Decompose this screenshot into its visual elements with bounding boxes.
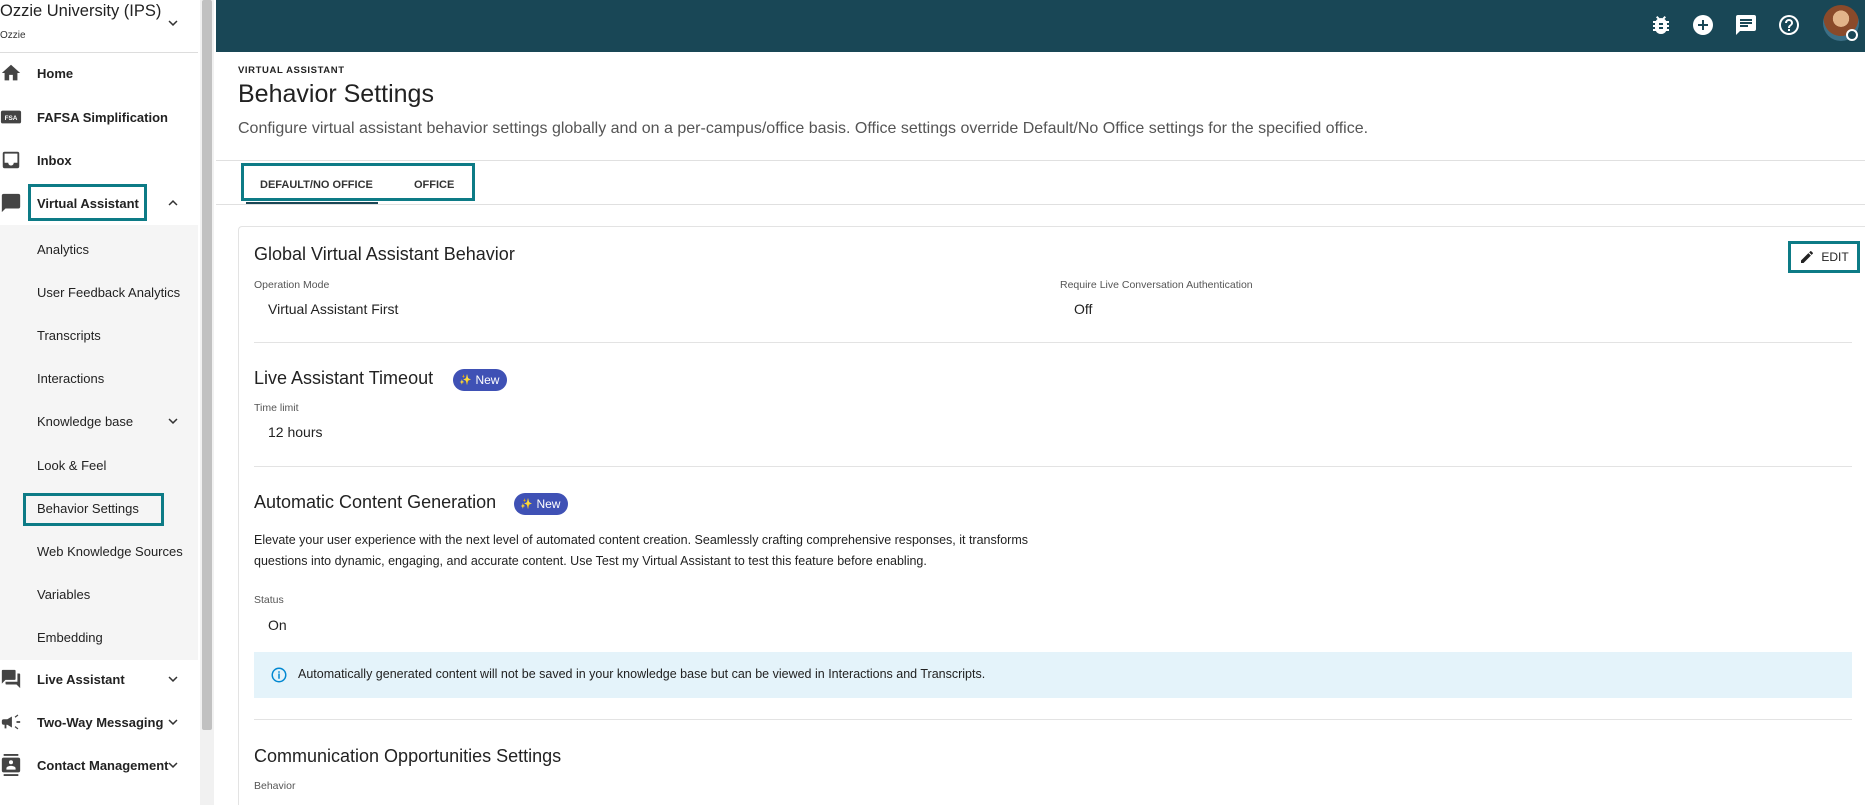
virtual-assistant-highlight xyxy=(28,184,147,221)
page-title: Behavior Settings xyxy=(238,80,434,108)
sidebar-item-label: Contact Management xyxy=(37,757,169,773)
autogen-section-title: Automatic Content Generation xyxy=(254,492,497,512)
timeout-section-title: Live Assistant Timeout xyxy=(254,368,434,388)
info-alert: Automatically generated content will not… xyxy=(254,652,1852,698)
sparkle-icon: ✨ xyxy=(520,498,533,510)
page-description: Configure virtual assistant behavior set… xyxy=(238,120,1369,137)
home-icon xyxy=(1,64,21,81)
sidebar-item-fafsa[interactable]: FSA FAFSA Simplification xyxy=(0,96,198,138)
sidebar-item-transcripts[interactable]: Transcripts xyxy=(0,314,198,356)
time-limit-value: 12 hours xyxy=(268,424,323,440)
tabs-divider xyxy=(216,204,1865,205)
sidebar-item-contact-management[interactable]: Contact Management xyxy=(0,744,198,786)
sparkle-icon: ✨ xyxy=(459,374,472,386)
operation-mode-value: Virtual Assistant First xyxy=(268,301,399,317)
chevron-down-icon[interactable] xyxy=(164,670,182,688)
add-circle-icon[interactable] xyxy=(1691,13,1715,37)
bug-report-icon[interactable] xyxy=(1649,13,1673,37)
sidebar-item-web-knowledge-sources[interactable]: Web Knowledge Sources xyxy=(0,530,198,572)
info-alert-text: Automatically generated content will not… xyxy=(298,667,986,681)
help-icon[interactable] xyxy=(1777,13,1801,37)
tabs-highlight xyxy=(241,163,475,201)
status-value: On xyxy=(268,617,287,633)
org-switcher[interactable]: Ozzie University (IPS) Ozzie xyxy=(0,2,198,52)
sidebar-item-label: Analytics xyxy=(37,241,90,257)
top-bar xyxy=(216,0,1865,52)
sidebar-item-inbox[interactable]: Inbox xyxy=(0,139,198,181)
badge-label: New xyxy=(536,497,561,511)
status-indicator xyxy=(1846,29,1858,41)
feedback-icon[interactable] xyxy=(1734,13,1758,37)
sidebar-item-interactions[interactable]: Interactions xyxy=(0,357,198,399)
sidebar-item-two-way-messaging[interactable]: Two-Way Messaging xyxy=(0,701,198,743)
sidebar-item-label: Inbox xyxy=(37,152,72,168)
sidebar-item-variables[interactable]: Variables xyxy=(0,573,198,615)
sidebar-item-label: User Feedback Analytics xyxy=(37,284,181,300)
chevron-up-icon[interactable] xyxy=(164,194,182,212)
breadcrumb: VIRTUAL ASSISTANT xyxy=(238,65,345,76)
badge-label: New xyxy=(475,373,500,387)
org-subtitle: Ozzie xyxy=(0,30,26,41)
org-name: Ozzie University (IPS) xyxy=(0,2,162,20)
behavior-settings-highlight xyxy=(23,493,164,526)
sidebar-item-home[interactable]: Home xyxy=(0,52,198,94)
edit-button[interactable]: EDIT xyxy=(1788,241,1860,273)
sidebar-item-label: Transcripts xyxy=(37,327,101,343)
section-divider xyxy=(254,466,1852,467)
sidebar-item-label: Live Assistant xyxy=(37,671,125,687)
new-badge: ✨ New xyxy=(514,493,569,515)
behavior-label: Behavior xyxy=(254,780,296,792)
edit-button-label: EDIT xyxy=(1821,250,1849,264)
autogen-description: Elevate your user experience with the ne… xyxy=(254,533,1028,568)
section-divider xyxy=(254,342,1852,343)
global-section-title: Global Virtual Assistant Behavior xyxy=(254,244,515,264)
require-auth-value: Off xyxy=(1074,301,1093,317)
sidebar-item-label: Home xyxy=(37,65,74,81)
info-icon xyxy=(271,667,287,683)
sidebar-item-label: FAFSA Simplification xyxy=(37,109,168,125)
campaign-icon xyxy=(1,714,21,730)
header-divider xyxy=(216,160,1865,161)
sidebar-item-user-feedback-analytics[interactable]: User Feedback Analytics xyxy=(0,271,198,313)
sidebar-item-label: Look & Feel xyxy=(37,457,107,473)
forum-icon xyxy=(1,669,21,689)
inbox-icon xyxy=(2,151,20,169)
sidebar-item-label: Interactions xyxy=(37,370,105,386)
sidebar-item-knowledge-base[interactable]: Knowledge base xyxy=(0,400,198,442)
contacts-icon xyxy=(1,754,21,776)
chevron-down-icon[interactable] xyxy=(164,713,182,731)
sidebar: Ozzie University (IPS) Ozzie Home FSA FA… xyxy=(0,0,200,805)
sidebar-scrollbar-thumb[interactable] xyxy=(202,0,212,730)
virtual-assistant-submenu: Analytics User Feedback Analytics Transc… xyxy=(0,225,198,660)
sidebar-item-label: Variables xyxy=(37,586,91,602)
sidebar-item-embedding[interactable]: Embedding xyxy=(0,616,198,658)
operation-mode-label: Operation Mode xyxy=(254,279,330,291)
section-divider xyxy=(254,719,1852,720)
sidebar-item-label: Embedding xyxy=(37,629,103,645)
chevron-down-icon[interactable] xyxy=(164,412,182,430)
fafsa-icon-text: FSA xyxy=(5,115,18,122)
require-auth-label: Require Live Conversation Authentication xyxy=(1060,279,1253,291)
new-badge: ✨ New xyxy=(453,369,508,391)
comm-section-title: Communication Opportunities Settings xyxy=(254,746,562,766)
time-limit-label: Time limit xyxy=(254,402,299,414)
sidebar-item-label: Knowledge base xyxy=(37,413,134,429)
chevron-down-icon[interactable] xyxy=(164,756,182,774)
fafsa-icon: FSA xyxy=(0,110,22,124)
sidebar-item-label: Two-Way Messaging xyxy=(37,714,164,730)
status-label: Status xyxy=(254,594,284,606)
chevron-down-icon[interactable] xyxy=(164,14,182,32)
sidebar-item-label: Web Knowledge Sources xyxy=(37,543,183,559)
sidebar-item-look-feel[interactable]: Look & Feel xyxy=(0,444,198,486)
sidebar-item-analytics[interactable]: Analytics xyxy=(0,228,198,270)
sidebar-item-live-assistant[interactable]: Live Assistant xyxy=(0,658,198,700)
chat-bubble-icon xyxy=(1,193,21,213)
pencil-icon xyxy=(1801,251,1814,263)
